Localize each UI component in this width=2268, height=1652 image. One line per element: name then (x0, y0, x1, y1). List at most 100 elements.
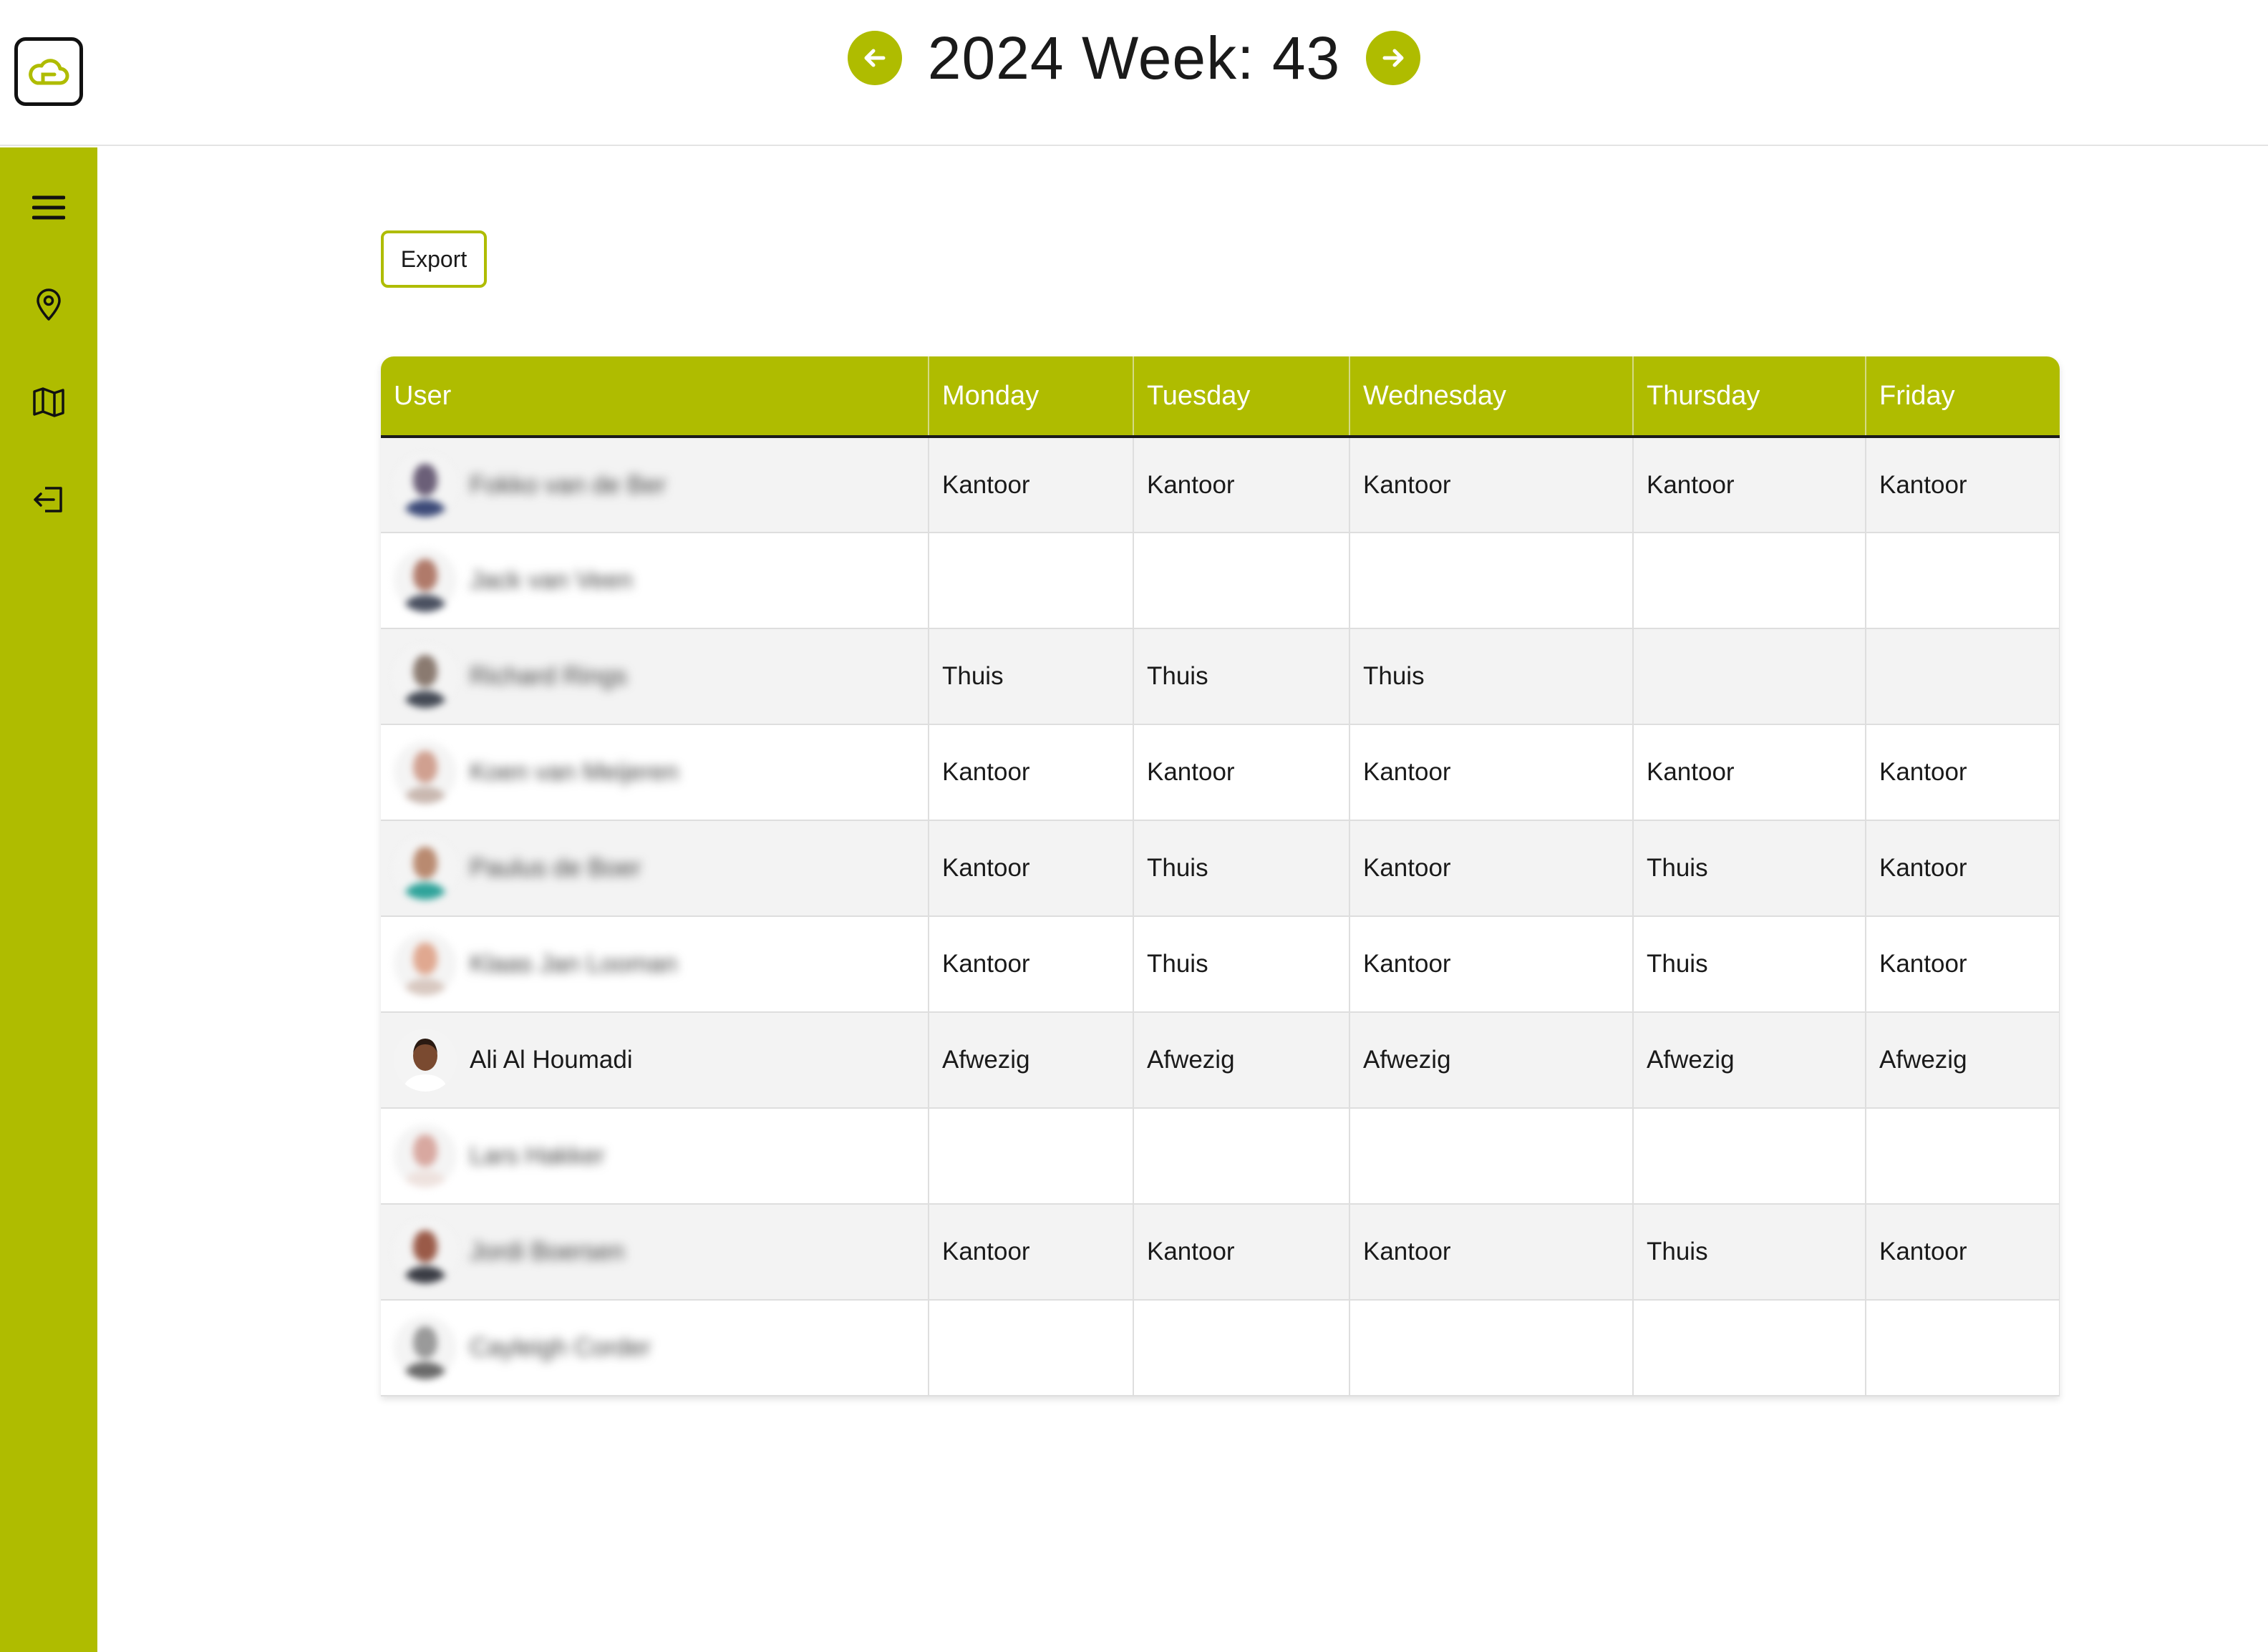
table-row[interactable]: Richard Rings Thuis Thuis Thuis (381, 628, 2060, 725)
day-cell-wednesday[interactable]: Kantoor (1349, 820, 1634, 917)
day-cell-monday[interactable] (929, 1108, 1134, 1205)
day-cell-friday[interactable]: Kantoor (1866, 724, 2060, 821)
column-header-wednesday[interactable]: Wednesday (1349, 356, 1634, 438)
user-info: Klaas Jan Looman (394, 933, 915, 996)
day-cell-wednesday[interactable] (1349, 533, 1634, 629)
day-cell-thursday[interactable] (1633, 533, 1866, 629)
column-header-monday[interactable]: Monday (929, 356, 1134, 438)
day-cell-friday[interactable] (1866, 533, 2060, 629)
user-cell[interactable]: Jordi Boersen (381, 1204, 929, 1301)
day-cell-friday[interactable] (1866, 628, 2060, 725)
day-cell-monday[interactable] (929, 533, 1134, 629)
day-cell-thursday[interactable]: Thuis (1633, 820, 1866, 917)
previous-week-button[interactable] (847, 31, 902, 85)
user-name: Paulus de Boer (470, 854, 641, 882)
user-info: Cayleigh Corder (394, 1316, 915, 1379)
day-cell-tuesday[interactable]: Kantoor (1133, 437, 1350, 533)
table-row[interactable]: Klaas Jan Looman Kantoor Thuis Kantoor Thuis… (381, 916, 2060, 1013)
day-cell-friday[interactable] (1866, 1300, 2060, 1396)
schedule-table: User Monday Tuesday Wednesday Thursday F… (381, 356, 2060, 1396)
user-name: Richard Rings (470, 662, 627, 690)
day-cell-thursday[interactable] (1633, 1300, 1866, 1396)
sidebar-item-map[interactable] (0, 368, 97, 437)
table-row[interactable]: Cayleigh Corder (381, 1300, 2060, 1396)
day-cell-wednesday[interactable]: Kantoor (1349, 916, 1634, 1013)
sidebar-item-locations[interactable] (0, 271, 97, 339)
avatar (394, 645, 457, 708)
next-week-button[interactable] (1366, 31, 1421, 85)
table-row[interactable]: Jack van Veen (381, 533, 2060, 629)
sidebar-item-logout[interactable] (0, 465, 97, 534)
table-row[interactable]: Koen van Meijeren Kantoor Kantoor Kantoor Ka… (381, 724, 2060, 821)
table-row[interactable]: Ali Al Houmadi Afwezig Afwezig Afwezig Afwez… (381, 1012, 2060, 1109)
column-header-thursday[interactable]: Thursday (1633, 356, 1866, 438)
day-cell-thursday[interactable]: Thuis (1633, 916, 1866, 1013)
day-cell-friday[interactable]: Kantoor (1866, 1204, 2060, 1301)
day-cell-wednesday[interactable]: Kantoor (1349, 1204, 1634, 1301)
day-cell-tuesday[interactable]: Thuis (1133, 820, 1350, 917)
day-cell-wednesday[interactable]: Kantoor (1349, 724, 1634, 821)
logout-icon (34, 487, 62, 512)
day-cell-tuesday[interactable] (1133, 1108, 1350, 1205)
sidebar (0, 147, 97, 1652)
table-row[interactable]: Fokko van de Ber Kantoor Kantoor Kantoor Kan… (381, 437, 2060, 533)
table-row[interactable]: Paulus de Boer Kantoor Thuis Kantoor Thuis Ka… (381, 820, 2060, 917)
sidebar-item-menu[interactable] (0, 173, 97, 242)
day-cell-monday[interactable]: Kantoor (929, 916, 1134, 1013)
user-cell[interactable]: Fokko van de Ber (381, 437, 929, 533)
day-cell-tuesday[interactable]: Afwezig (1133, 1012, 1350, 1109)
day-cell-tuesday[interactable] (1133, 533, 1350, 629)
user-info: Lars Hakker (394, 1124, 915, 1187)
day-cell-wednesday[interactable] (1349, 1300, 1634, 1396)
user-cell[interactable]: Ali Al Houmadi (381, 1012, 929, 1109)
user-cell[interactable]: Klaas Jan Looman (381, 916, 929, 1013)
avatar (394, 933, 457, 996)
day-cell-wednesday[interactable] (1349, 1108, 1634, 1205)
user-cell[interactable]: Koen van Meijeren (381, 724, 929, 821)
day-cell-tuesday[interactable]: Thuis (1133, 916, 1350, 1013)
user-cell[interactable]: Jack van Veen (381, 533, 929, 629)
day-cell-friday[interactable]: Kantoor (1866, 916, 2060, 1013)
location-pin-icon (37, 288, 61, 321)
day-cell-tuesday[interactable] (1133, 1300, 1350, 1396)
day-cell-monday[interactable]: Kantoor (929, 437, 1134, 533)
day-cell-thursday[interactable] (1633, 628, 1866, 725)
avatar (394, 453, 457, 517)
map-icon (33, 387, 64, 417)
top-bar: 2024 Week: 43 (0, 0, 2268, 146)
day-cell-monday[interactable]: Thuis (929, 628, 1134, 725)
day-cell-tuesday[interactable]: Kantoor (1133, 724, 1350, 821)
day-cell-thursday[interactable]: Thuis (1633, 1204, 1866, 1301)
day-cell-friday[interactable]: Kantoor (1866, 437, 2060, 533)
day-cell-friday[interactable] (1866, 1108, 2060, 1205)
day-cell-monday[interactable]: Kantoor (929, 1204, 1134, 1301)
user-info: Paulus de Boer (394, 837, 915, 900)
day-cell-thursday[interactable] (1633, 1108, 1866, 1205)
day-cell-monday[interactable]: Afwezig (929, 1012, 1134, 1109)
day-cell-wednesday[interactable]: Thuis (1349, 628, 1634, 725)
column-header-friday[interactable]: Friday (1866, 356, 2060, 438)
day-cell-monday[interactable]: Kantoor (929, 820, 1134, 917)
user-cell[interactable]: Lars Hakker (381, 1108, 929, 1205)
user-cell[interactable]: Richard Rings (381, 628, 929, 725)
day-cell-friday[interactable]: Afwezig (1866, 1012, 2060, 1109)
day-cell-monday[interactable]: Kantoor (929, 724, 1134, 821)
table-row[interactable]: Jordi Boersen Kantoor Kantoor Kantoor Thuis K… (381, 1204, 2060, 1301)
export-button[interactable]: Export (381, 230, 487, 288)
day-cell-wednesday[interactable]: Kantoor (1349, 437, 1634, 533)
day-cell-thursday[interactable]: Kantoor (1633, 724, 1866, 821)
user-cell[interactable]: Cayleigh Corder (381, 1300, 929, 1396)
user-cell[interactable]: Paulus de Boer (381, 820, 929, 917)
day-cell-wednesday[interactable]: Afwezig (1349, 1012, 1634, 1109)
day-cell-thursday[interactable]: Kantoor (1633, 437, 1866, 533)
day-cell-tuesday[interactable]: Kantoor (1133, 1204, 1350, 1301)
column-header-tuesday[interactable]: Tuesday (1133, 356, 1350, 438)
week-navigation: 2024 Week: 43 (0, 19, 2268, 97)
user-name: Koen van Meijeren (470, 758, 679, 786)
day-cell-friday[interactable]: Kantoor (1866, 820, 2060, 917)
day-cell-tuesday[interactable]: Thuis (1133, 628, 1350, 725)
table-row[interactable]: Lars Hakker (381, 1108, 2060, 1205)
day-cell-monday[interactable] (929, 1300, 1134, 1396)
day-cell-thursday[interactable]: Afwezig (1633, 1012, 1866, 1109)
column-header-user[interactable]: User (381, 356, 929, 438)
